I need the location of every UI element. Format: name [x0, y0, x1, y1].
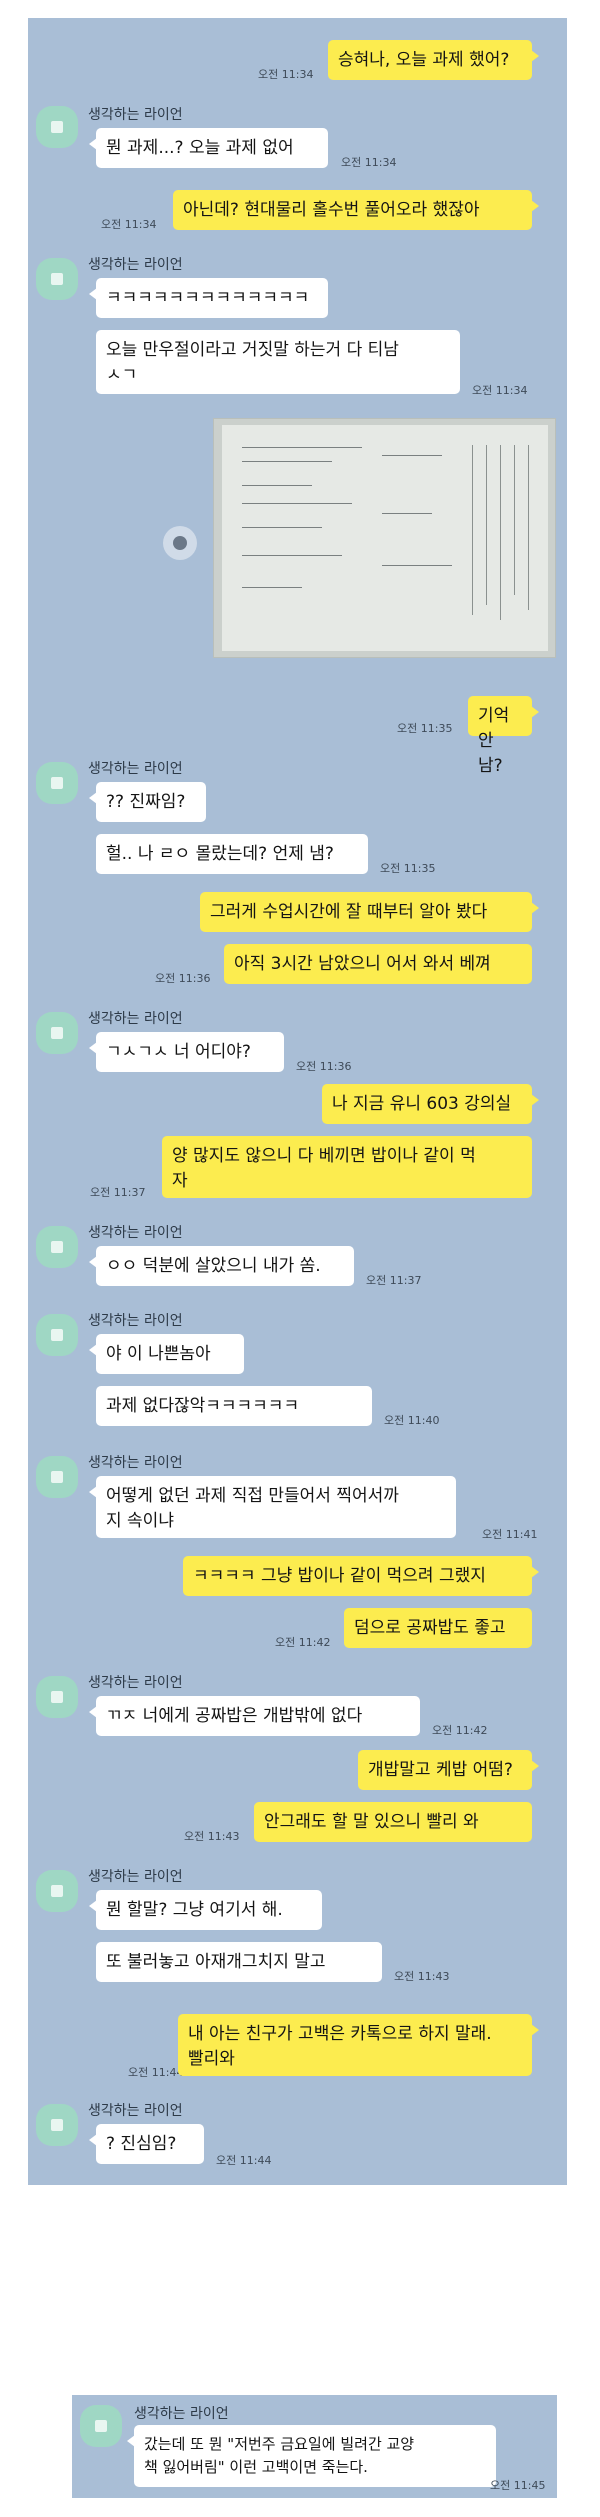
- outgoing-message[interactable]: 내 아는 친구가 고백은 카톡으로 하지 말래. 빨리와: [178, 2014, 539, 2076]
- outgoing-message[interactable]: 안그래도 할 말 있으니 빨리 와: [254, 1802, 532, 1842]
- sender-name: 생각하는 라이언: [88, 1675, 183, 1691]
- chat-panel-reply: 생각하는 라이언 갔는데 또 뭔 "저번주 금요일에 빌려간 교양 책 잃어버림…: [72, 2395, 557, 2498]
- ryan-avatar-icon[interactable]: [36, 1676, 78, 1718]
- ryan-avatar-icon[interactable]: [36, 258, 78, 300]
- message-time: 오전 11:34: [258, 68, 314, 81]
- incoming-message[interactable]: ㄲㅈ 너에게 공짜밥은 개밥밖에 없다: [89, 1696, 420, 1736]
- incoming-message[interactable]: 야 이 나쁜놈아: [89, 1334, 244, 1374]
- incoming-message[interactable]: ㅋㅋㅋㅋㅋㅋㅋㅋㅋㅋㅋㅋㅋ: [89, 278, 328, 318]
- message-time: 오전 11:42: [432, 1724, 488, 1737]
- sender-name: 생각하는 라이언: [88, 761, 183, 777]
- incoming-message[interactable]: ? 진심임?: [89, 2124, 204, 2164]
- message-time: 오전 11:37: [90, 1186, 146, 1199]
- message-time: 오전 11:41: [482, 1528, 538, 1541]
- photo-paper: [222, 425, 548, 651]
- message-time: 오전 11:36: [296, 1060, 352, 1073]
- sender-name: 생각하는 라이언: [88, 1313, 183, 1329]
- sender-name: 생각하는 라이언: [88, 2103, 183, 2119]
- outgoing-message[interactable]: 나 지금 유니 603 강의실: [322, 1084, 539, 1124]
- outgoing-message[interactable]: 승혀나, 오늘 과제 했어?: [328, 40, 539, 80]
- ryan-avatar-icon[interactable]: [36, 1226, 78, 1268]
- message-time: 오전 11:36: [155, 972, 211, 985]
- ryan-avatar-icon[interactable]: [36, 106, 78, 148]
- message-time: 오전 11:35: [397, 722, 453, 735]
- incoming-message[interactable]: 헐.. 나 ㄹㅇ 몰랐는데? 언제 냄?: [96, 834, 368, 874]
- ryan-avatar-icon[interactable]: [36, 762, 78, 804]
- ryan-avatar-icon[interactable]: [36, 2104, 78, 2146]
- ryan-avatar-icon[interactable]: [36, 1314, 78, 1356]
- ryan-avatar-icon[interactable]: [36, 1456, 78, 1498]
- ryan-avatar-icon[interactable]: [36, 1012, 78, 1054]
- outgoing-message[interactable]: 기억 안 남?: [468, 696, 539, 776]
- sender-name: 생각하는 라이언: [88, 1455, 183, 1471]
- incoming-message[interactable]: 오늘 만우절이라고 거짓말 하는거 다 티남 ㅅㄱ: [96, 330, 460, 394]
- message-time: 오전 11:44: [216, 2154, 272, 2167]
- message-time: 오전 11:37: [366, 1274, 422, 1287]
- share-icon[interactable]: [163, 526, 197, 560]
- message-time: 오전 11:34: [472, 384, 528, 397]
- incoming-message[interactable]: ?? 진짜임?: [89, 782, 206, 822]
- sender-name: 생각하는 라이언: [88, 1869, 183, 1885]
- incoming-message[interactable]: 과제 없다잖악ㅋㅋㅋㅋㅋㅋ: [96, 1386, 372, 1426]
- message-time: 오전 11:40: [384, 1414, 440, 1427]
- outgoing-message[interactable]: 그러게 수업시간에 잘 때부터 알아 봤다: [200, 892, 539, 932]
- incoming-message[interactable]: 갔는데 또 뭔 "저번주 금요일에 빌려간 교양 책 잃어버림" 이런 고백이면…: [127, 2425, 496, 2487]
- message-time: 오전 11:45: [490, 2479, 546, 2492]
- outgoing-message[interactable]: 양 많지도 않으니 다 베끼면 밥이나 같이 먹 자: [162, 1136, 532, 1198]
- sender-name: 생각하는 라이언: [88, 1225, 183, 1241]
- message-time: 오전 11:43: [394, 1970, 450, 1983]
- ryan-avatar-icon[interactable]: [36, 1870, 78, 1912]
- outgoing-message[interactable]: 덤으로 공짜밥도 좋고: [344, 1608, 532, 1648]
- incoming-message[interactable]: ㄱㅅㄱㅅ 너 어디야?: [89, 1032, 284, 1072]
- incoming-message[interactable]: 어떻게 없던 과제 직접 만들어서 찍어서까 지 속이냐: [89, 1476, 456, 1538]
- chat-panel-main: 오전 11:34 승혀나, 오늘 과제 했어? 생각하는 라이언 뭔 과제...…: [28, 18, 567, 2185]
- message-time: 오전 11:43: [184, 1830, 240, 1843]
- message-time: 오전 11:42: [275, 1636, 331, 1649]
- outgoing-message[interactable]: 아닌데? 현대물리 홀수번 풀어오라 했잖아: [173, 190, 539, 230]
- outgoing-message[interactable]: 개밥말고 케밥 어떰?: [358, 1750, 539, 1790]
- message-time: 오전 11:34: [101, 218, 157, 231]
- ryan-avatar-icon[interactable]: [80, 2405, 122, 2447]
- incoming-message[interactable]: 뭔 할말? 그냥 여기서 해.: [89, 1890, 322, 1930]
- incoming-message[interactable]: 또 불러놓고 아재개그치지 말고: [96, 1942, 382, 1982]
- outgoing-message[interactable]: ㅋㅋㅋㅋ 그냥 밥이나 같이 먹으려 그랬지: [183, 1556, 539, 1596]
- incoming-message[interactable]: 뭔 과제...? 오늘 과제 없어: [89, 128, 328, 168]
- message-time: 오전 11:34: [341, 156, 397, 169]
- sender-name: 생각하는 라이언: [134, 2406, 229, 2422]
- homework-photo[interactable]: [213, 418, 556, 658]
- message-time: 오전 11:35: [380, 862, 436, 875]
- incoming-message[interactable]: ㅇㅇ 덕분에 살았으니 내가 쏨.: [89, 1246, 354, 1286]
- sender-name: 생각하는 라이언: [88, 1011, 183, 1027]
- outgoing-message[interactable]: 아직 3시간 남았으니 어서 와서 베껴: [224, 944, 532, 984]
- message-time: 오전 11:44: [128, 2066, 184, 2079]
- sender-name: 생각하는 라이언: [88, 107, 183, 123]
- sender-name: 생각하는 라이언: [88, 257, 183, 273]
